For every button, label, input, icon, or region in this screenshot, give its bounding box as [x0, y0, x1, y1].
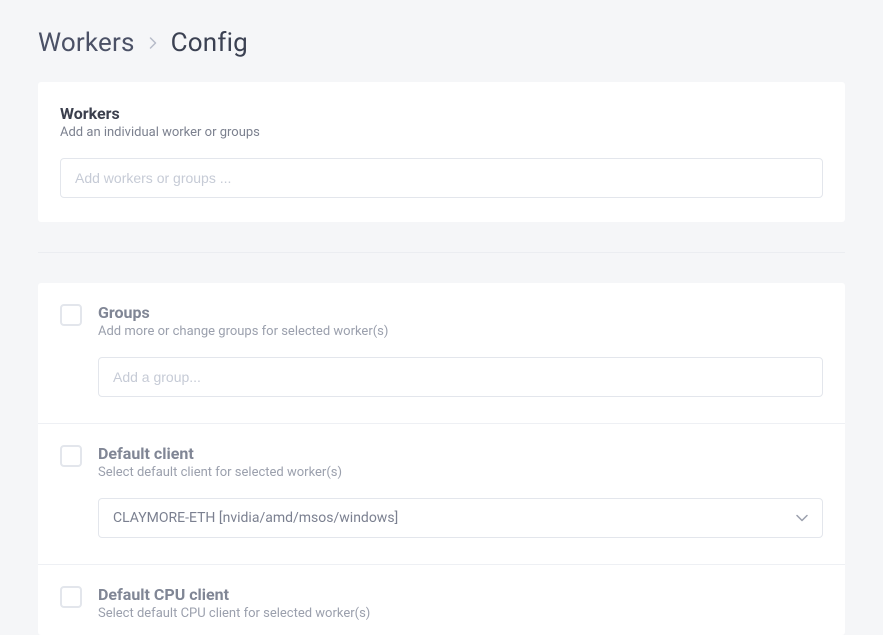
chevron-down-icon: [796, 510, 808, 526]
chevron-right-icon: [149, 33, 157, 54]
divider: [38, 252, 845, 253]
workers-input[interactable]: [60, 158, 823, 198]
breadcrumb-parent[interactable]: Workers: [38, 28, 135, 58]
groups-subtitle: Add more or change groups for selected w…: [98, 324, 823, 339]
default-client-subtitle: Select default client for selected worke…: [98, 465, 823, 480]
default-client-select[interactable]: CLAYMORE-ETH [nvidia/amd/msos/windows]: [98, 498, 823, 538]
default-client-checkbox[interactable]: [60, 445, 82, 467]
workers-subtitle: Add an individual worker or groups: [60, 125, 823, 140]
default-cpu-client-title: Default CPU client: [98, 585, 823, 604]
groups-input[interactable]: [98, 357, 823, 397]
default-client-selected: CLAYMORE-ETH [nvidia/amd/msos/windows]: [113, 510, 398, 526]
config-panel: Groups Add more or change groups for sel…: [38, 283, 845, 635]
default-client-title: Default client: [98, 444, 823, 463]
breadcrumb: Workers Config: [38, 28, 845, 58]
groups-title: Groups: [98, 303, 823, 322]
default-cpu-client-subtitle: Select default CPU client for selected w…: [98, 606, 823, 621]
breadcrumb-current: Config: [171, 28, 248, 58]
default-client-section: Default client Select default client for…: [38, 424, 845, 565]
groups-checkbox[interactable]: [60, 304, 82, 326]
workers-panel: Workers Add an individual worker or grou…: [38, 82, 845, 222]
groups-section: Groups Add more or change groups for sel…: [38, 283, 845, 424]
workers-title: Workers: [60, 104, 823, 123]
default-cpu-client-checkbox[interactable]: [60, 586, 82, 608]
default-cpu-client-section: Default CPU client Select default CPU cl…: [38, 565, 845, 635]
